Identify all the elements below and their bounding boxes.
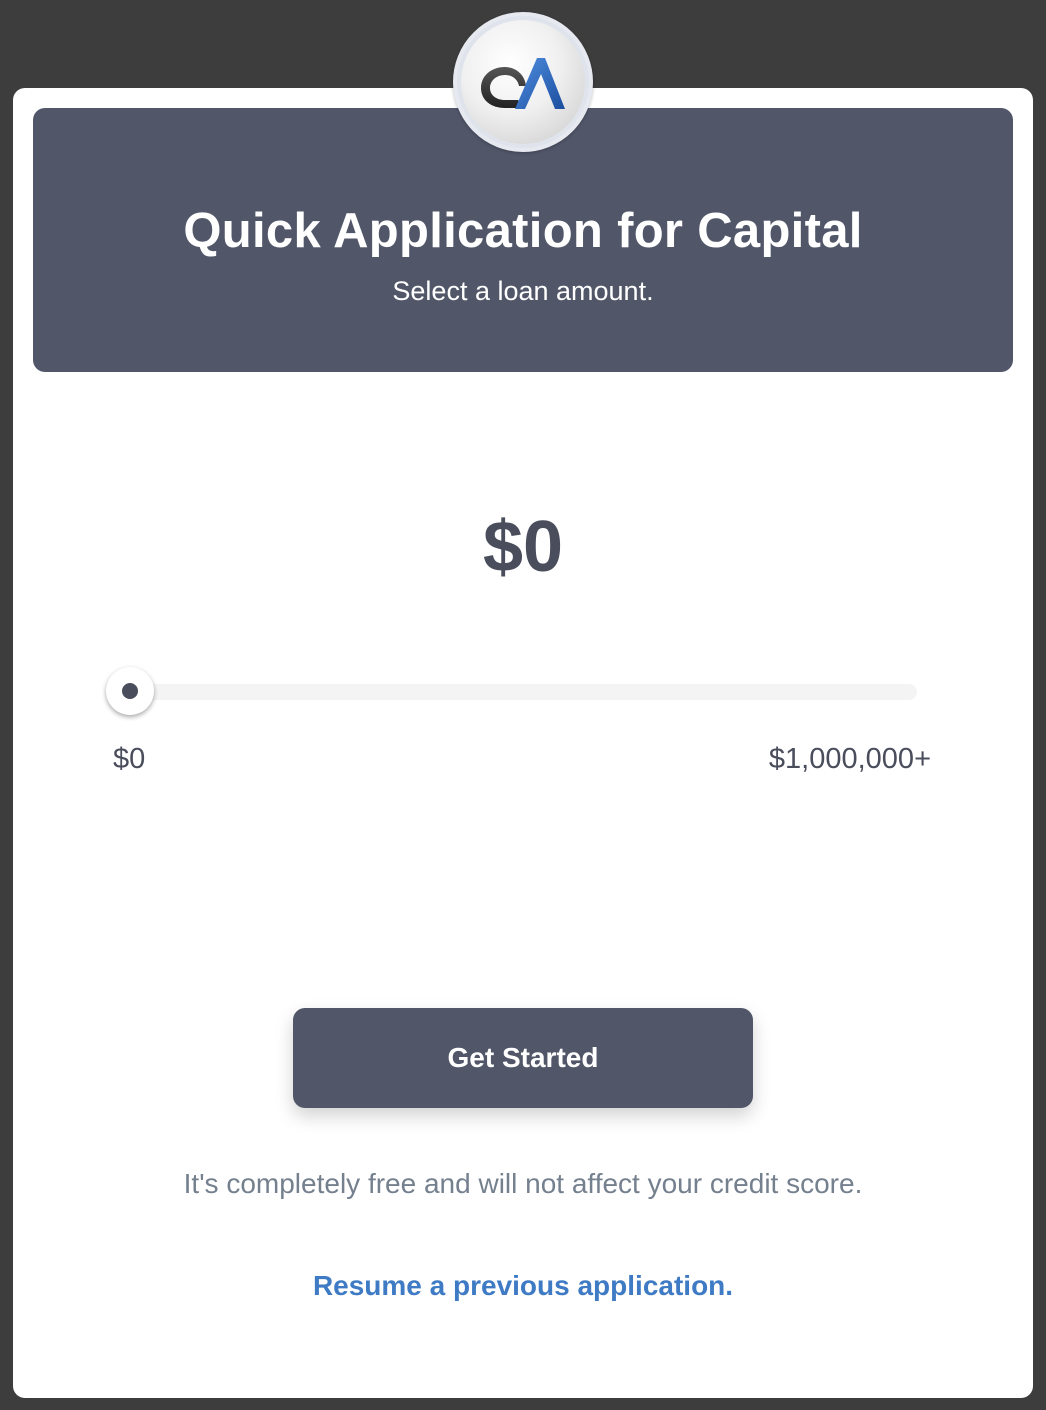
qa-logo-mark [481,58,565,109]
slider-max-label: $1,000,000+ [768,743,931,775]
loan-amount-slider-handle[interactable] [106,667,154,715]
application-card: Quick Application for Capital Select a l… [13,88,1033,1398]
resume-application-link[interactable]: Resume a previous application. [13,1270,1033,1302]
credit-score-note: It's completely free and will not affect… [183,1168,863,1199]
page-title: Quick Application for Capital [183,204,863,258]
loan-amount-display: $0 [482,507,564,587]
page-subtitle: Select a loan amount. [392,276,654,306]
slider-handle-dot [122,683,138,699]
get-started-button[interactable]: Get Started [293,1008,753,1108]
slider-min-label: $0 [113,743,146,775]
qa-logo-icon [453,12,593,152]
loan-amount-slider-track[interactable] [130,684,917,700]
